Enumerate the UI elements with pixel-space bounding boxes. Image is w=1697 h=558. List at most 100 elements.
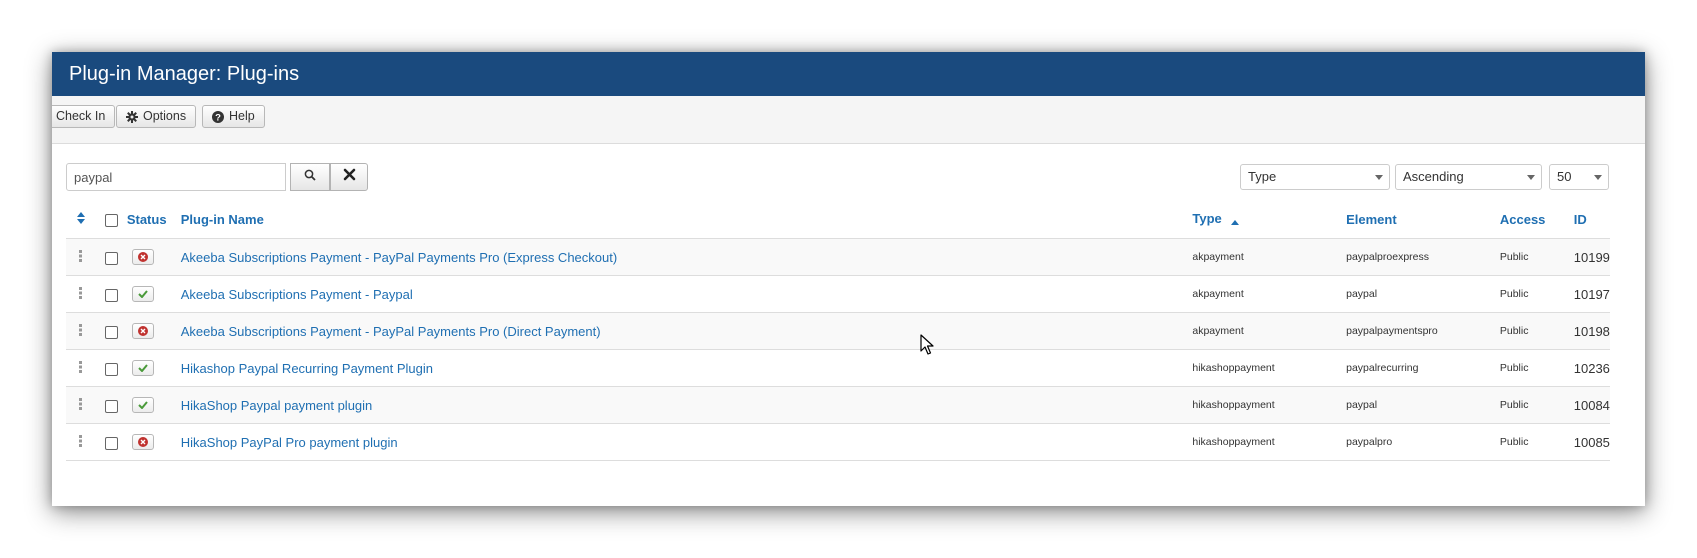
element-column-header[interactable]: Element <box>1346 201 1500 239</box>
row-select-cell <box>95 386 127 424</box>
table-row: Hikashop Paypal Recurring Payment Plugin… <box>66 349 1610 387</box>
check-icon <box>138 401 148 410</box>
plugin-id: 10236 <box>1573 349 1610 387</box>
drag-handle-icon[interactable] <box>79 361 83 376</box>
table-row: Akeeba Subscriptions Payment - PayPal Pa… <box>66 312 1610 350</box>
plugin-access: Public <box>1499 312 1574 350</box>
chevron-down-icon <box>1375 175 1383 180</box>
table-row: Akeeba Subscriptions Payment - PayPal Pa… <box>66 238 1610 276</box>
drag-handle-icon[interactable] <box>79 324 83 339</box>
name-column-header[interactable]: Plug-in Name <box>180 201 1193 239</box>
search-icon <box>304 168 316 186</box>
drag-handle-icon[interactable] <box>79 398 83 413</box>
plugin-name-cell: Akeeba Subscriptions Payment - PayPal Pa… <box>180 238 1193 276</box>
ordering-column-header[interactable] <box>66 201 96 239</box>
search-input[interactable] <box>66 163 286 191</box>
plugin-name-link[interactable]: Hikashop Paypal Recurring Payment Plugin <box>181 361 433 376</box>
plugin-id: 10084 <box>1573 386 1610 424</box>
status-toggle-button[interactable] <box>131 323 154 340</box>
list-limit-select[interactable]: 50 <box>1549 164 1609 190</box>
row-checkbox[interactable] <box>104 362 118 376</box>
page-title: Plug-in Manager: Plug-ins <box>52 52 1645 96</box>
status-cell <box>126 423 181 461</box>
plugin-element: paypalproexpress <box>1346 238 1500 276</box>
plugin-access: Public <box>1499 349 1574 387</box>
plugin-name-link[interactable]: HikaShop PayPal Pro payment plugin <box>181 435 398 450</box>
table-row: Akeeba Subscriptions Payment - Paypal akp… <box>66 275 1610 313</box>
row-checkbox[interactable] <box>104 251 118 265</box>
row-checkbox[interactable] <box>104 436 118 450</box>
caret-up-icon <box>1231 213 1240 228</box>
id-header-label: ID <box>1573 212 1587 227</box>
drag-handle-icon[interactable] <box>79 435 83 450</box>
search-button[interactable] <box>290 163 330 191</box>
type-column-header[interactable]: Type <box>1192 201 1347 239</box>
drag-handle-cell <box>66 238 96 276</box>
status-cell <box>126 238 181 276</box>
plugins-table: Status Plug-in Name Type Element Access … <box>66 201 1610 461</box>
sort-direction-select[interactable]: Ascending <box>1395 164 1542 190</box>
plugin-element: paypalpro <box>1346 423 1500 461</box>
plugin-manager-window: Plug-in Manager: Plug-ins Check In Optio… <box>52 52 1645 506</box>
chevron-down-icon <box>1527 175 1535 180</box>
plugin-id: 10199 <box>1573 238 1610 276</box>
options-button[interactable]: Options <box>116 105 197 128</box>
row-checkbox[interactable] <box>104 399 118 413</box>
status-toggle-button[interactable] <box>131 397 154 414</box>
status-cell <box>126 349 181 387</box>
status-toggle-button[interactable] <box>131 249 154 266</box>
list-limit-value: 50 <box>1557 169 1572 184</box>
table-row: HikaShop PayPal Pro payment plugin hikash… <box>66 423 1610 461</box>
row-select-cell <box>95 349 127 387</box>
help-label: Help <box>229 109 255 123</box>
status-column-header[interactable]: Status <box>126 201 181 239</box>
status-cell <box>126 312 181 350</box>
question-icon: ? <box>212 110 224 123</box>
row-select-cell <box>95 312 127 350</box>
sort-icon <box>76 212 85 227</box>
row-checkbox[interactable] <box>104 288 118 302</box>
clear-search-button[interactable] <box>330 163 368 191</box>
plugin-name-cell: Hikashop Paypal Recurring Payment Plugin <box>180 349 1193 387</box>
circle-x-icon <box>137 252 148 263</box>
element-header-label: Element <box>1346 212 1397 227</box>
drag-handle-icon[interactable] <box>79 287 83 302</box>
plugin-element: paypalpaymentspro <box>1346 312 1500 350</box>
id-column-header[interactable]: ID <box>1573 201 1610 239</box>
gear-icon <box>126 110 138 123</box>
access-column-header[interactable]: Access <box>1499 201 1574 239</box>
sort-field-select[interactable]: Type <box>1240 164 1390 190</box>
sort-direction-value: Ascending <box>1403 169 1464 184</box>
plugin-name-link[interactable]: Akeeba Subscriptions Payment - PayPal Pa… <box>181 324 601 339</box>
check-icon <box>138 364 148 373</box>
check-in-button[interactable]: Check In <box>52 105 116 128</box>
circle-x-icon <box>137 326 148 337</box>
plugin-name-link[interactable]: HikaShop Paypal payment plugin <box>181 398 373 413</box>
check-icon <box>138 290 148 299</box>
status-toggle-button[interactable] <box>131 360 154 377</box>
table-row: HikaShop Paypal payment plugin hikashoppa… <box>66 386 1610 424</box>
drag-handle-cell <box>66 312 96 350</box>
plugin-name-cell: Akeeba Subscriptions Payment - PayPal Pa… <box>180 312 1193 350</box>
status-cell <box>126 386 181 424</box>
status-toggle-button[interactable] <box>131 286 154 303</box>
plugin-element: paypal <box>1346 386 1500 424</box>
drag-handle-cell <box>66 423 96 461</box>
plugin-id: 10085 <box>1573 423 1610 461</box>
plugin-name-link[interactable]: Akeeba Subscriptions Payment - Paypal <box>181 287 413 302</box>
row-checkbox[interactable] <box>104 325 118 339</box>
table-header-row: Status Plug-in Name Type Element Access … <box>66 201 1610 239</box>
select-all-checkbox[interactable] <box>104 214 118 228</box>
plugin-type: hikashoppayment <box>1192 386 1347 424</box>
status-toggle-button[interactable] <box>131 434 154 451</box>
drag-handle-icon[interactable] <box>79 250 83 265</box>
mouse-cursor-icon <box>920 334 934 361</box>
drag-handle-cell <box>66 275 96 313</box>
plugin-name-link[interactable]: Akeeba Subscriptions Payment - PayPal Pa… <box>181 250 617 265</box>
name-header-label: Plug-in Name <box>180 212 264 227</box>
plugin-id: 10197 <box>1573 275 1610 313</box>
help-button[interactable]: ? Help <box>202 105 265 128</box>
plugin-access: Public <box>1499 275 1574 313</box>
status-cell <box>126 275 181 313</box>
plugin-name-cell: HikaShop Paypal payment plugin <box>180 386 1193 424</box>
